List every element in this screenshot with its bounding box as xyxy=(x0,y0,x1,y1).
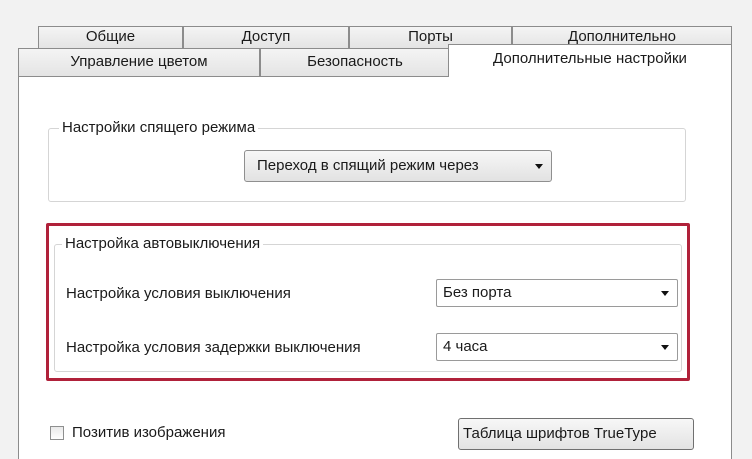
tab-security[interactable]: Безопасность xyxy=(260,48,450,76)
tab-color-management[interactable]: Управление цветом xyxy=(18,48,260,76)
image-positive-checkbox[interactable] xyxy=(50,426,64,440)
tab-additional-settings[interactable]: Дополнительные настройки xyxy=(448,44,732,77)
chevron-down-icon xyxy=(535,164,543,169)
tab-general[interactable]: Общие xyxy=(38,26,183,48)
sleep-mode-dropdown-value: Переход в спящий режим через xyxy=(257,157,479,174)
shutdown-delay-label: Настройка условия задержки выключения xyxy=(66,339,361,356)
tab-access[interactable]: Доступ xyxy=(183,26,349,48)
shutdown-delay-select[interactable]: 4 часа xyxy=(436,333,678,361)
chevron-down-icon xyxy=(661,291,669,296)
chevron-down-icon xyxy=(661,345,669,350)
image-positive-label: Позитив изображения xyxy=(72,424,226,441)
truetype-font-table-button[interactable]: Таблица шрифтов TrueType xyxy=(458,418,694,450)
sleep-mode-title: Настройки спящего режима xyxy=(59,119,259,137)
shutdown-condition-select[interactable]: Без порта xyxy=(436,279,678,307)
auto-off-title: Настройка автовыключения xyxy=(62,235,264,253)
sleep-mode-dropdown[interactable]: Переход в спящий режим через xyxy=(244,150,552,182)
shutdown-condition-value: Без порта xyxy=(443,284,512,301)
shutdown-delay-value: 4 часа xyxy=(443,338,488,355)
shutdown-condition-label: Настройка условия выключения xyxy=(66,285,291,302)
